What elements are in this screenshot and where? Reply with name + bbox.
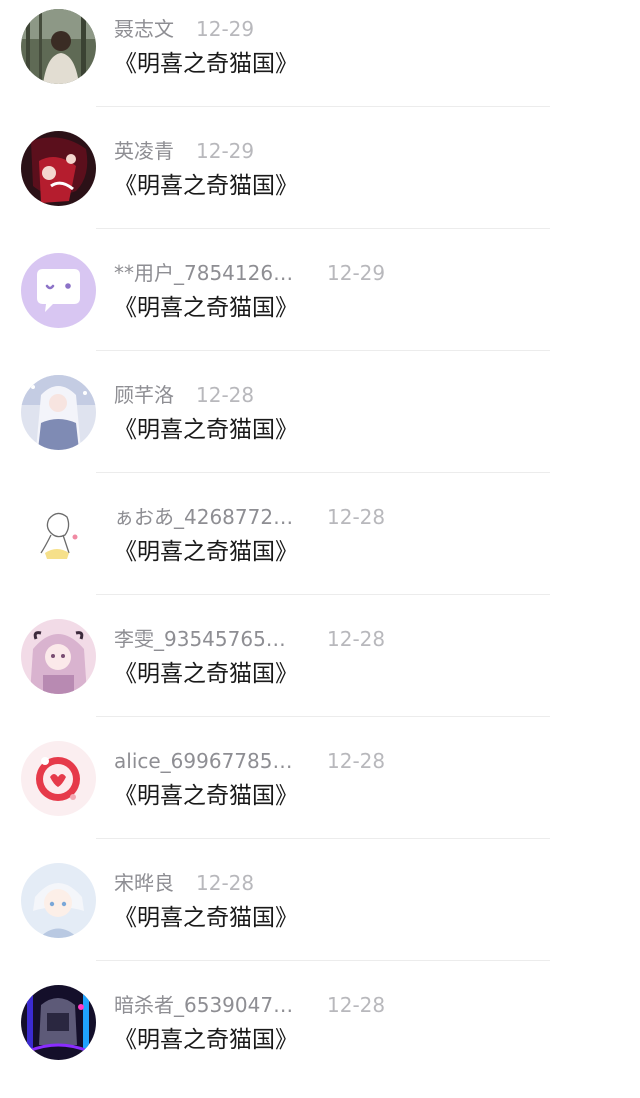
avatar[interactable]: [21, 9, 96, 84]
avatar[interactable]: [21, 863, 96, 938]
avatar[interactable]: [21, 619, 96, 694]
comment-content: 《明喜之奇猫国》: [114, 1027, 298, 1053]
comment-date: 12-28: [327, 993, 386, 1017]
username[interactable]: 聂志文: [114, 16, 174, 42]
divider: [96, 960, 550, 961]
username[interactable]: 顾芊洛: [114, 382, 174, 408]
list-item[interactable]: 英凌青 12-29 《明喜之奇猫国》: [0, 122, 640, 244]
comment-date: 12-28: [327, 627, 386, 651]
username[interactable]: 英凌青: [114, 138, 174, 164]
avatar[interactable]: [21, 375, 96, 450]
comment-content: 《明喜之奇猫国》: [114, 783, 298, 809]
comment-date: 12-28: [327, 749, 386, 773]
list-item[interactable]: alice_69967785… 12-28 《明喜之奇猫国》: [0, 732, 640, 854]
username[interactable]: ぁおあ_4268772…: [114, 504, 293, 530]
username[interactable]: 李雯_93545765…: [114, 626, 286, 652]
comment-list: 聂志文 12-29 《明喜之奇猫国》 英凌青 12-29 《明喜之奇猫国》 **…: [0, 0, 640, 1098]
avatar[interactable]: [21, 253, 96, 328]
comment-content: 《明喜之奇猫国》: [114, 51, 298, 77]
divider: [96, 472, 550, 473]
list-item[interactable]: 宋晔良 12-28 《明喜之奇猫国》: [0, 854, 640, 976]
list-item[interactable]: 聂志文 12-29 《明喜之奇猫国》: [0, 0, 640, 122]
comment-date: 12-28: [196, 871, 255, 895]
comment-date: 12-28: [327, 505, 386, 529]
avatar[interactable]: [21, 985, 96, 1060]
divider: [96, 716, 550, 717]
avatar[interactable]: [21, 741, 96, 816]
username[interactable]: 暗杀者_6539047…: [114, 992, 293, 1018]
username[interactable]: 宋晔良: [114, 870, 174, 896]
username[interactable]: alice_69967785…: [114, 748, 292, 774]
divider: [96, 350, 550, 351]
comment-date: 12-28: [196, 383, 255, 407]
comment-date: 12-29: [327, 261, 386, 285]
username[interactable]: **用户_7854126…: [114, 260, 293, 286]
comment-content: 《明喜之奇猫国》: [114, 173, 298, 199]
comment-content: 《明喜之奇猫国》: [114, 295, 298, 321]
avatar[interactable]: [21, 497, 96, 572]
comment-date: 12-29: [196, 139, 255, 163]
list-item[interactable]: **用户_7854126… 12-29 《明喜之奇猫国》: [0, 244, 640, 366]
list-item[interactable]: ぁおあ_4268772… 12-28 《明喜之奇猫国》: [0, 488, 640, 610]
divider: [96, 838, 550, 839]
list-item[interactable]: 李雯_93545765… 12-28 《明喜之奇猫国》: [0, 610, 640, 732]
comment-content: 《明喜之奇猫国》: [114, 539, 298, 565]
list-item[interactable]: 顾芊洛 12-28 《明喜之奇猫国》: [0, 366, 640, 488]
comment-content: 《明喜之奇猫国》: [114, 417, 298, 443]
avatar[interactable]: [21, 131, 96, 206]
divider: [96, 594, 550, 595]
divider: [96, 228, 550, 229]
comment-content: 《明喜之奇猫国》: [114, 661, 298, 687]
comment-content: 《明喜之奇猫国》: [114, 905, 298, 931]
list-item[interactable]: 暗杀者_6539047… 12-28 《明喜之奇猫国》: [0, 976, 640, 1098]
comment-date: 12-29: [196, 17, 255, 41]
divider: [96, 106, 550, 107]
